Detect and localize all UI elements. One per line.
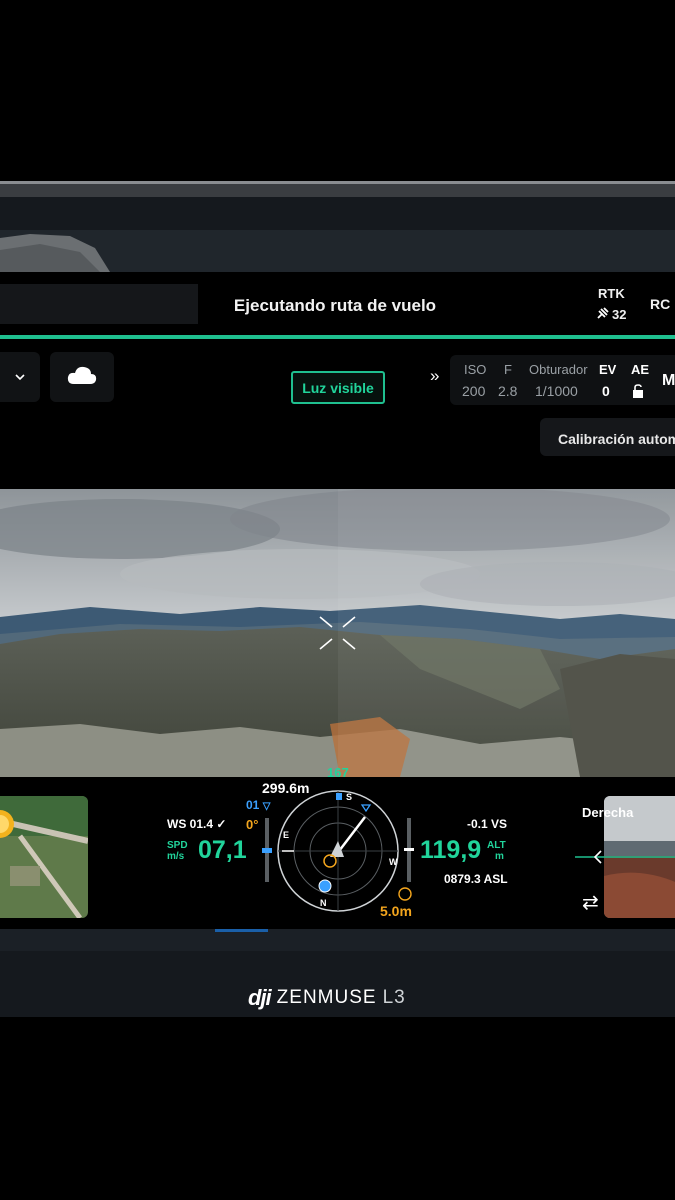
aperture-value[interactable]: 2.8 [498,383,517,399]
ev-label: EV [599,362,617,377]
background-landscape-strip [0,230,675,272]
cloud-icon [66,364,98,391]
speed-label: SPD [167,840,188,851]
ev-value[interactable]: 0 [602,383,610,399]
pip-label: Derecha [582,805,634,820]
horizontal-speed: 07,1 [198,836,247,864]
camera-live-view[interactable] [0,489,675,777]
ae-label: AE [631,362,650,377]
cloud-button[interactable] [50,352,114,402]
expand-icon[interactable]: » [430,366,439,386]
compass-n: N [320,898,327,908]
background-landscape-bottom [0,929,675,951]
chevron-down-icon [14,368,26,386]
ae-lock-icon[interactable] [632,384,644,404]
top-bar-left-panel[interactable] [0,284,198,324]
rtk-label[interactable]: RTK [598,286,625,301]
shutter-value[interactable]: 1/1000 [535,383,578,399]
visible-light-button[interactable]: Luz visible [291,371,385,404]
frame-top-line [0,181,675,184]
waypoint-number: 01 ▽ [246,798,271,812]
bottom-accent [215,929,268,932]
altitude-value: 119,9 [420,836,482,864]
iso-value[interactable]: 200 [462,383,485,399]
gimbal-pitch: 0° [246,817,259,832]
brand-logo: dji ZENMUSE L3 [248,985,406,1011]
dropdown-button[interactable] [0,352,40,402]
flight-status-title: Ejecutando ruta de vuelo [233,296,437,315]
altitude-label: ALT [487,840,506,851]
mini-map[interactable] [0,796,88,918]
vertical-speed: -0.1 VS [467,817,508,831]
auto-calibration-label: Calibración autom [558,431,675,447]
altitude-asl: 0879.3 ASL [444,872,508,886]
heading-value: 167 [327,765,349,780]
wind-speed: WS 01.4 ✓ [167,817,227,831]
speed-unit: m/s [167,851,185,862]
iso-label: ISO [464,362,487,377]
check-icon: ✓ [216,817,227,831]
exposure-mode[interactable]: M [662,372,675,390]
compass-s: S [346,792,353,802]
satellite-icon [596,306,610,323]
pip-slider[interactable] [575,850,675,869]
aperture-label: F [504,362,512,377]
rtk-status[interactable]: 32 [596,306,626,323]
swap-icon[interactable]: ⇄ [582,890,599,915]
altitude-unit: m [495,851,504,862]
rc-signal-label[interactable]: RC [650,296,670,312]
product-name: ZENMUSE [276,987,377,1008]
product-model: L3 [382,987,406,1008]
rtk-satellite-count: 32 [612,307,627,322]
shutter-label: Obturador [529,362,588,377]
compass-e: E [283,830,290,840]
compass-w: W [389,857,398,867]
home-altitude: 5.0m [380,903,412,919]
dji-logo: dji [248,985,272,1010]
